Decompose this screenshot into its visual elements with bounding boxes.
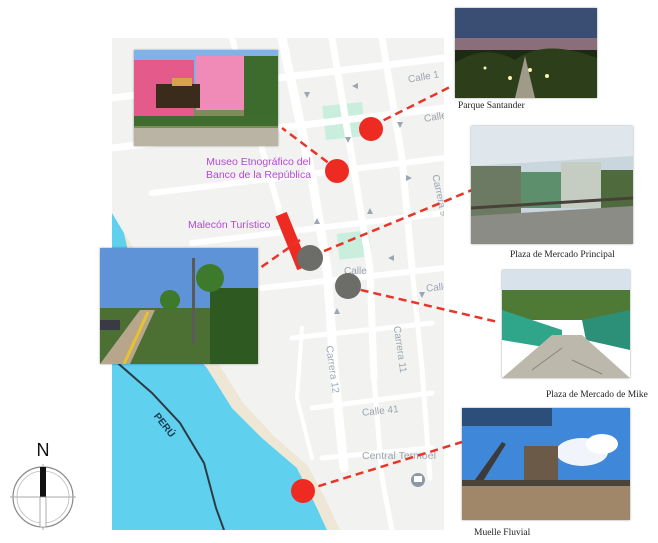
place-label: Central Termoel — [362, 450, 436, 462]
malecon-label: Malecón Turístico — [188, 219, 271, 231]
plaza-principal-photo — [471, 126, 633, 244]
museo-label-line2: Banco de la República — [206, 169, 312, 181]
street-label: Calle 4 — [425, 280, 444, 295]
parque-photo — [455, 8, 597, 98]
compass-icon — [10, 464, 76, 530]
plaza-mike-marker[interactable] — [335, 273, 361, 299]
museo-label-line1: Museo Etnográfico del — [206, 156, 311, 168]
parque-caption: Parque Santander — [458, 101, 525, 111]
malecon-photo — [100, 248, 258, 364]
museo-label: Museo Etnográfico del Banco de la Repúbl… — [206, 156, 311, 182]
muelle-marker[interactable] — [291, 479, 315, 503]
parque-marker[interactable] — [359, 117, 383, 141]
museo-photo — [134, 50, 278, 146]
plaza-principal-caption: Plaza de Mercado Principal — [510, 250, 615, 260]
plaza-principal-marker[interactable] — [297, 245, 323, 271]
plaza-mike-photo — [502, 270, 630, 378]
north-label: N — [36, 440, 50, 460]
muelle-caption: Muelle Fluvial — [474, 528, 531, 538]
museo-marker[interactable] — [325, 159, 349, 183]
north-compass: N — [8, 440, 78, 532]
plaza-mike-caption: Plaza de Mercado de Mike — [546, 390, 648, 400]
muelle-photo — [462, 408, 630, 520]
